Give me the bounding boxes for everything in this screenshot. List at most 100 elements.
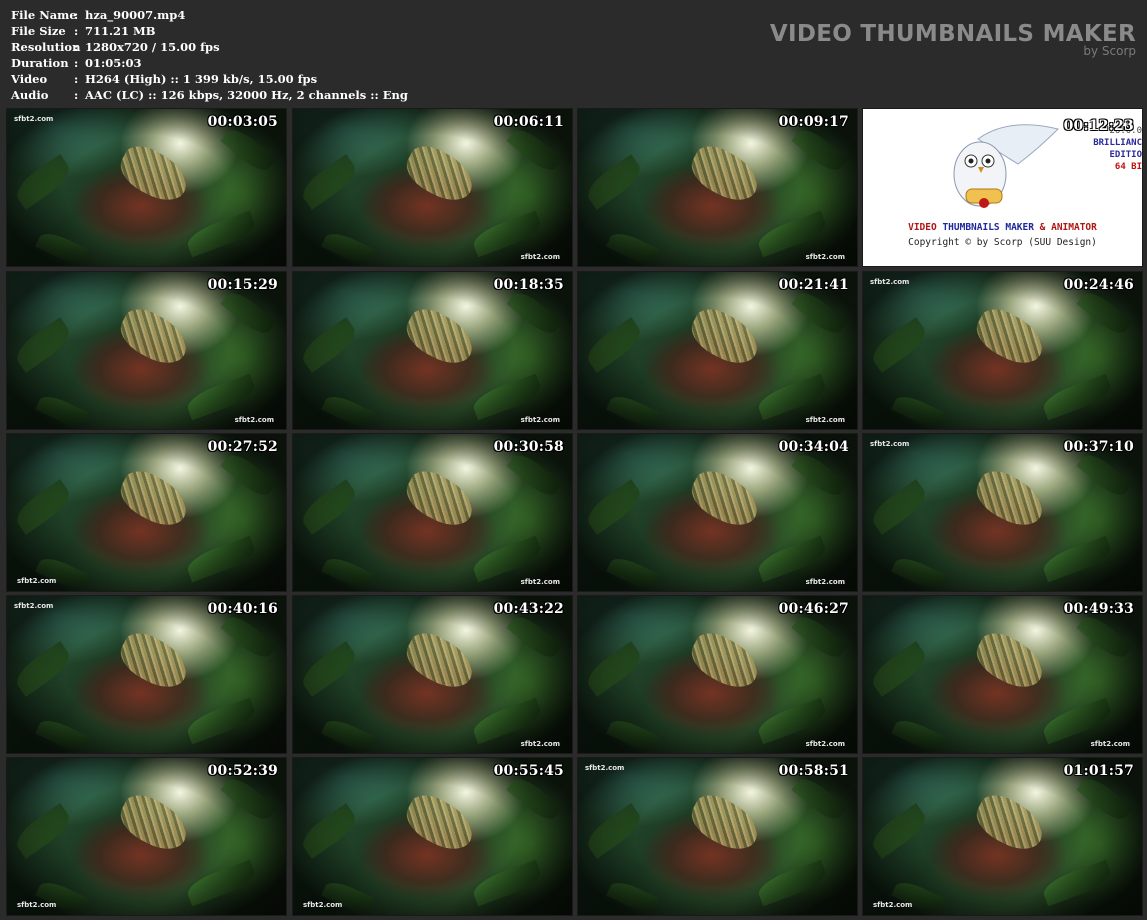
foliage-shape xyxy=(10,154,76,210)
info-row: Video: H264 (High) :: 1 399 kb/s, 15.00 f… xyxy=(11,71,408,87)
foliage-shape xyxy=(506,772,563,826)
info-value: 1280x720 / 15.00 fps xyxy=(85,40,220,54)
info-label: Duration xyxy=(11,56,69,70)
video-thumbnail[interactable]: sfbt2.com 00:52:39 xyxy=(7,758,286,915)
timestamp: 00:43:22 xyxy=(493,601,564,617)
video-thumbnail[interactable]: sfbt2.com 00:58:51 xyxy=(578,758,857,915)
foliage-shape xyxy=(791,610,848,664)
foliage-shape xyxy=(1040,535,1114,583)
timestamp: 00:40:16 xyxy=(207,601,278,617)
video-thumbnail[interactable]: sfbt2.com 00:03:05 xyxy=(7,109,286,266)
fabric-shape xyxy=(683,787,766,858)
promo-copyright: Copyright © by Scorp (SUU Design) xyxy=(908,237,1097,248)
thumbnail-image xyxy=(7,272,286,429)
foliage-shape xyxy=(184,859,258,907)
foliage-shape xyxy=(35,391,89,429)
video-thumbnail[interactable]: sfbt2.com 00:46:27 xyxy=(578,596,857,753)
timestamp: 00:30:58 xyxy=(493,439,564,455)
video-thumbnail[interactable]: sfbt2.com 00:30:58 xyxy=(293,434,572,591)
info-label: File Size xyxy=(11,24,66,38)
fabric-shape xyxy=(398,301,481,372)
video-thumbnail[interactable]: sfbt2.com 00:27:52 xyxy=(7,434,286,591)
watermark-text: sfbt2.com xyxy=(520,253,560,261)
video-thumbnail[interactable]: sfbt2.com 00:24:46 xyxy=(863,272,1142,429)
foliage-shape xyxy=(581,641,647,697)
fabric-shape xyxy=(112,625,195,696)
video-thumbnail[interactable]: sfbt2.com 00:09:17 xyxy=(578,109,857,266)
thumbnail-image xyxy=(7,434,286,591)
video-thumbnail[interactable]: sfbt2.com 00:06:11 xyxy=(293,109,572,266)
fabric-shape xyxy=(683,138,766,209)
brand-title: VIDEO THUMBNAILS MAKER xyxy=(769,21,1136,47)
video-thumbnail[interactable]: sfbt2.com 00:37:10 xyxy=(863,434,1142,591)
foliage-shape xyxy=(470,210,544,258)
watermark-text: sfbt2.com xyxy=(1090,740,1130,748)
watermark-text: sfbt2.com xyxy=(520,740,560,748)
info-row: Audio: AAC (LC) :: 126 kbps, 32000 Hz, 2 … xyxy=(11,87,408,103)
foliage-shape xyxy=(581,479,647,535)
foliage-shape xyxy=(470,535,544,583)
foliage-shape xyxy=(581,317,647,373)
info-separator: : xyxy=(74,40,79,54)
info-value: 01:05:03 xyxy=(85,56,142,70)
video-thumbnail[interactable]: sfbt2.com 00:49:33 xyxy=(863,596,1142,753)
video-thumbnail[interactable]: sfbt2.com 01:01:57 xyxy=(863,758,1142,915)
fabric-shape xyxy=(112,787,195,858)
foliage-shape xyxy=(1040,373,1114,421)
foliage-shape xyxy=(220,610,277,664)
foliage-shape xyxy=(184,535,258,583)
foliage-shape xyxy=(220,448,277,502)
fabric-shape xyxy=(398,138,481,209)
video-thumbnail[interactable]: sfbt2.com 00:15:29 xyxy=(7,272,286,429)
timestamp: 00:24:46 xyxy=(1063,277,1134,293)
thumbnail-image xyxy=(293,272,572,429)
foliage-shape xyxy=(470,373,544,421)
foliage-shape xyxy=(866,317,932,373)
watermark-text: sfbt2.com xyxy=(870,278,910,286)
video-thumbnail[interactable]: sfbt2.com 00:43:22 xyxy=(293,596,572,753)
info-value: hza_90007.mp4 xyxy=(85,8,186,22)
fabric-shape xyxy=(968,301,1051,372)
foliage-shape xyxy=(35,715,89,753)
video-thumbnail[interactable]: sfbt2.com 00:55:45 xyxy=(293,758,572,915)
foliage-shape xyxy=(891,877,945,915)
watermark-text: sfbt2.com xyxy=(303,901,343,909)
thumbnail-image xyxy=(863,596,1142,753)
watermark-text: sfbt2.com xyxy=(234,416,274,424)
foliage-shape xyxy=(321,553,375,591)
video-thumbnail[interactable]: sfbt2.com 00:40:16 xyxy=(7,596,286,753)
timestamp: 00:34:04 xyxy=(778,439,849,455)
watermark-text: sfbt2.com xyxy=(805,578,845,586)
video-thumbnail[interactable]: sfbt2.com 00:21:41 xyxy=(578,272,857,429)
video-thumbnail[interactable]: sfbt2.com 00:18:35 xyxy=(293,272,572,429)
foliage-shape xyxy=(755,373,829,421)
timestamp: 00:12:23 xyxy=(1063,118,1134,134)
foliage-shape xyxy=(35,228,89,266)
video-thumbnail[interactable]: sfbt2.com 00:34:04 xyxy=(578,434,857,591)
watermark-text: sfbt2.com xyxy=(805,740,845,748)
foliage-shape xyxy=(755,535,829,583)
thumbnail-image xyxy=(578,596,857,753)
promo-thumbnail[interactable]: 26.0.0 BRILLIANC EDITIO 64 BI VIDEO THUMBNAI… xyxy=(863,109,1142,266)
foliage-shape xyxy=(506,286,563,340)
info-separator: : xyxy=(74,24,79,38)
foliage-shape xyxy=(1076,448,1133,502)
foliage-shape xyxy=(220,772,277,826)
foliage-shape xyxy=(10,803,76,859)
foliage-shape xyxy=(321,228,375,266)
foliage-shape xyxy=(35,877,89,915)
foliage-shape xyxy=(791,123,848,177)
promo-edition-1: BRILLIANC xyxy=(1093,138,1142,148)
promo-title-part: & ANIMATOR xyxy=(1033,222,1097,233)
watermark-text: sfbt2.com xyxy=(17,901,57,909)
info-row: Duration:01:05:03 xyxy=(11,55,408,71)
timestamp: 00:03:05 xyxy=(207,114,278,130)
foliage-shape xyxy=(35,553,89,591)
foliage-shape xyxy=(891,553,945,591)
foliage-shape xyxy=(506,448,563,502)
foliage-shape xyxy=(606,391,660,429)
watermark-text: sfbt2.com xyxy=(14,115,54,123)
foliage-shape xyxy=(606,877,660,915)
foliage-shape xyxy=(321,391,375,429)
foliage-shape xyxy=(755,210,829,258)
